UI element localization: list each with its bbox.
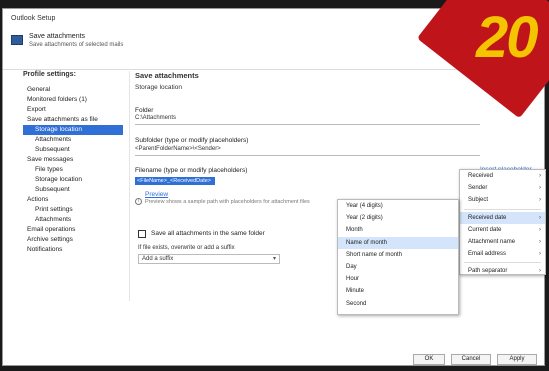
sidebar-item[interactable]: Save attachments as file [23, 115, 123, 125]
chevron-right-icon: › [539, 173, 541, 179]
placeholder-menu-item[interactable]: Current date › [460, 224, 545, 236]
chevron-down-icon: ▾ [272, 256, 276, 262]
placeholder-menu-item[interactable]: Sender › [460, 182, 545, 194]
sidebar-item[interactable]: Print settings [23, 205, 123, 215]
menu-item-label: Attachment name [468, 238, 516, 245]
menu-item-label: Received [468, 173, 494, 179]
chevron-right-icon: › [539, 238, 541, 245]
overwrite-select[interactable]: Add a suffix ▾ [138, 254, 280, 264]
date-submenu-items: Year (4 digits) Year (2 digits) Month Name … [338, 200, 458, 310]
same-folder-label: Save all attachments in the same folder [151, 230, 265, 237]
sidebar-item[interactable]: Attachments [23, 215, 123, 225]
filename-input[interactable]: <FileName>_<ReceivedDate> [135, 177, 215, 185]
sidebar-item[interactable]: Attachments [23, 135, 123, 145]
folder-label: Folder [135, 107, 154, 114]
placeholder-menu: Received › Sender › Subject › Received date › Cu… [459, 169, 546, 275]
date-submenu-item[interactable]: Name of month [338, 236, 458, 249]
profile-sidebar: Profile settings: General Monitored folde… [23, 71, 123, 255]
preview-link[interactable]: Preview [145, 191, 168, 198]
sidebar-item[interactable]: Export [23, 105, 123, 115]
badge-number: 20 [476, 5, 538, 70]
ok-button[interactable]: OK [413, 354, 445, 365]
menu-item-label: Received date [468, 214, 507, 221]
cancel-button[interactable]: Cancel [451, 354, 491, 365]
menu-item-label: Current date [468, 226, 502, 233]
app-name: Save attachments [29, 33, 86, 40]
folder-input[interactable]: C:\Attachments [135, 115, 176, 121]
placeholder-menu-items: Received › Sender › Subject › Received date › Cu… [460, 170, 545, 278]
date-submenu-item[interactable]: Minute [338, 285, 458, 297]
overwrite-select-value: Add a suffix [142, 256, 174, 262]
placeholder-menu-item[interactable]: Email address › [460, 248, 545, 260]
filename-label: Filename (type or modify placeholders) [135, 167, 248, 174]
subfolder-label: Subfolder (type or modify placeholders) [135, 137, 249, 144]
sidebar-item[interactable]: Storage location [23, 125, 123, 135]
chevron-right-icon: › [539, 214, 541, 221]
date-submenu-item[interactable]: Short name of month [338, 249, 458, 261]
sidebar-heading: Profile settings: [23, 71, 76, 78]
sidebar-items: General Monitored folders (1) Export Save a… [23, 85, 123, 255]
placeholder-menu-item[interactable]: Path separator › [460, 265, 545, 277]
chevron-right-icon: › [539, 185, 541, 192]
sidebar-item[interactable]: Monitored folders (1) [23, 95, 123, 105]
sidebar-item[interactable]: Archive settings [23, 235, 123, 245]
chevron-right-icon: › [539, 268, 541, 275]
sidebar-item[interactable]: Storage location [23, 175, 123, 185]
folder-input-underline [135, 124, 480, 125]
date-submenu-item[interactable]: Second [338, 298, 458, 310]
subfolder-input-underline [135, 155, 480, 156]
sidebar-item[interactable]: Email operations [23, 225, 123, 235]
date-submenu-item[interactable]: Month [338, 224, 458, 236]
menu-separator [464, 262, 541, 264]
apply-button[interactable]: Apply [497, 354, 537, 365]
menu-separator [464, 208, 541, 210]
placeholder-menu-item[interactable]: Received › [460, 170, 545, 182]
placeholder-menu-item[interactable]: Attachment name › [460, 236, 545, 248]
sidebar-item[interactable]: Subsequent [23, 145, 123, 155]
chevron-right-icon: › [539, 226, 541, 233]
date-submenu-item[interactable]: Hour [338, 273, 458, 285]
menu-item-label: Email address [468, 251, 507, 258]
app-description: Save attachments of selected mails [29, 42, 124, 48]
date-submenu-item[interactable]: Year (4 digits) [338, 200, 458, 212]
app-icon [11, 35, 23, 45]
menu-item-label: Sender [468, 185, 488, 192]
chevron-right-icon: › [539, 197, 541, 204]
menu-item-label: Path separator [468, 268, 508, 275]
subfolder-input[interactable]: <ParentFolderName>\<Sender> [135, 146, 221, 152]
sidebar-item[interactable]: Actions [23, 195, 123, 205]
date-submenu: Year (4 digits) Year (2 digits) Month Name … [337, 199, 459, 315]
chevron-right-icon: › [539, 251, 541, 258]
date-submenu-item[interactable]: Year (2 digits) [338, 212, 458, 224]
placeholder-menu-item[interactable]: Received date › [460, 211, 545, 224]
sidebar-item[interactable]: Notifications [23, 245, 123, 255]
sidebar-item[interactable]: File types [23, 165, 123, 175]
vertical-separator [129, 71, 130, 301]
preview-note: Preview shows a sample path with placeho… [145, 199, 310, 205]
placeholder-menu-item[interactable]: Subject › [460, 194, 545, 206]
same-folder-checkbox[interactable] [138, 230, 146, 238]
window-title: Outlook Setup [11, 15, 56, 22]
menu-item-label: Subject [468, 197, 489, 204]
date-submenu-item[interactable]: Day [338, 261, 458, 273]
sidebar-item[interactable]: Subsequent [23, 185, 123, 195]
sidebar-item[interactable]: General [23, 85, 123, 95]
overwrite-label: If file exists, overwrite or add a suffi… [138, 245, 235, 251]
sidebar-item[interactable]: Save messages [23, 155, 123, 165]
info-icon: i [135, 198, 142, 205]
